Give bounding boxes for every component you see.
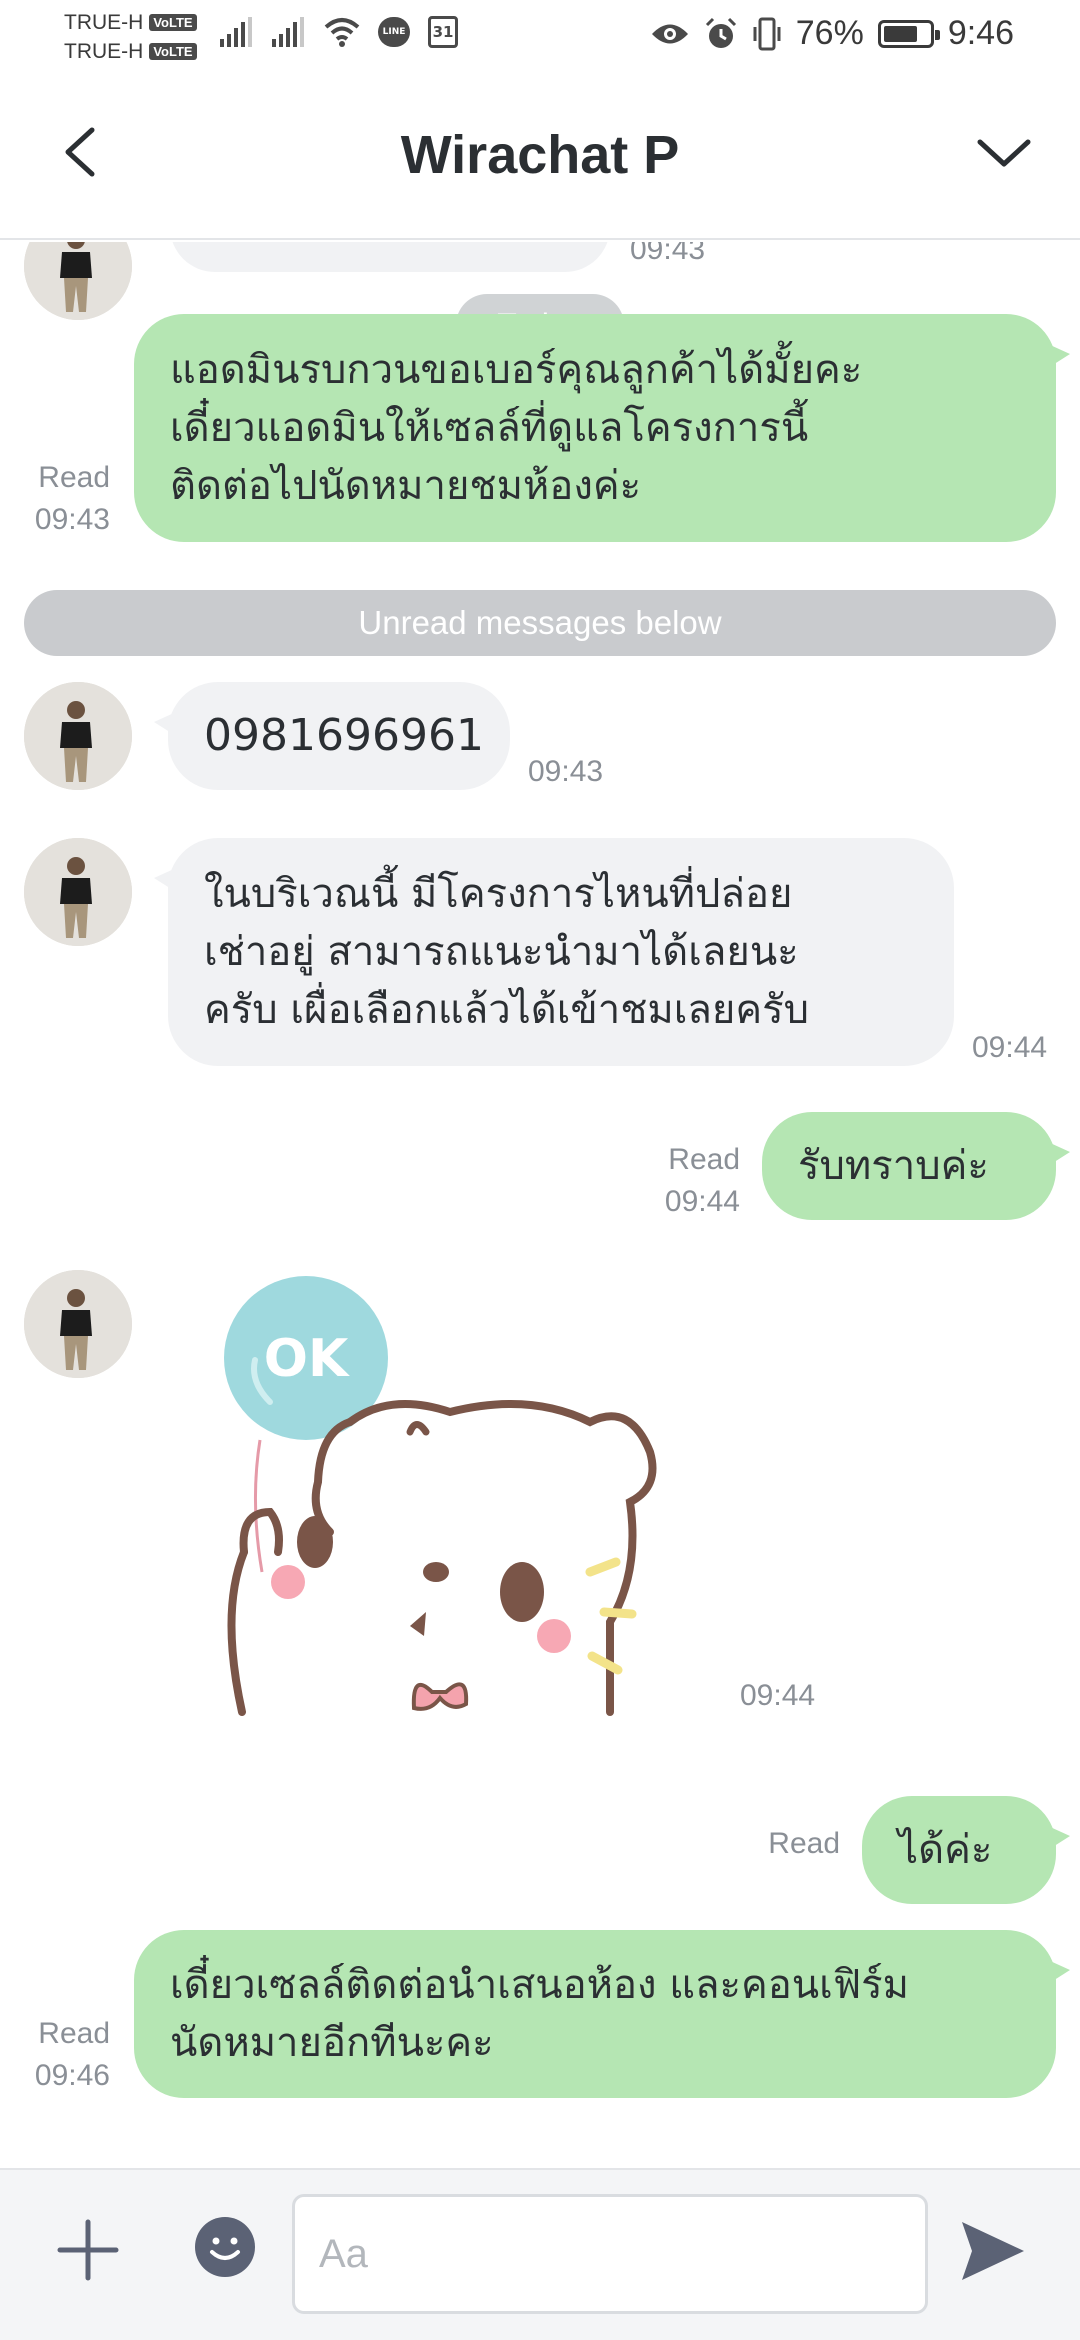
unread-divider: Unread messages below	[24, 590, 1056, 656]
message-text: เดี๋ยวเซลล์ติดต่อนำเสนอห้อง และคอนเฟิร์ม…	[170, 1962, 909, 2066]
battery-percent: 76%	[795, 14, 864, 52]
eye-icon	[651, 24, 688, 43]
message-time: 09:43	[34, 503, 110, 536]
carrier-name: TRUE-H	[64, 11, 144, 34]
message-bubble-incoming[interactable]: 0981696961	[154, 682, 510, 790]
read-status: Read	[38, 461, 110, 494]
message-time: 09:44	[972, 1031, 1048, 1064]
message-text: รับทราบค่ะ	[798, 1143, 989, 1189]
message-text: 0981696961	[204, 710, 484, 761]
avatar[interactable]	[24, 682, 132, 790]
message-input[interactable]	[292, 2194, 928, 2314]
calendar-icon: 31	[428, 16, 458, 48]
status-bar: TRUE-H VoLTE TRUE-H VoLTE LINE 31 76% 9:…	[0, 0, 1080, 74]
signal-icon	[272, 17, 304, 47]
plus-icon[interactable]	[52, 2214, 124, 2286]
message-text: ได้ค่ะ	[898, 1827, 993, 1873]
send-icon[interactable]	[958, 2218, 1028, 2284]
emoji-icon[interactable]	[194, 2216, 256, 2278]
message-time: 09:44	[740, 1679, 816, 1712]
volte-badge: VoLTE	[149, 43, 197, 60]
avatar[interactable]	[24, 838, 132, 946]
signal-icon	[220, 17, 252, 47]
message-time: 09:46	[34, 2059, 110, 2092]
avatar[interactable]	[24, 1270, 132, 1378]
read-status: Read	[768, 1827, 840, 1860]
message-composer	[0, 2168, 1080, 2340]
chat-header: Wirachat P	[0, 74, 1080, 240]
message-bubble-outgoing[interactable]: รับทราบค่ะ	[762, 1112, 1070, 1220]
sticker-text: OK	[264, 1329, 350, 1389]
message-bubble-incoming[interactable]: ในบริเวณนี้ มีโครงการไหนที่ปล่อย เช่าอยู…	[154, 838, 954, 1066]
message-bubble-outgoing[interactable]: เดี๋ยวเซลล์ติดต่อนำเสนอห้อง และคอนเฟิร์ม…	[134, 1930, 1070, 2098]
vibrate-icon	[753, 17, 781, 50]
message-time: 09:43	[528, 755, 604, 788]
message-time: 09:44	[664, 1185, 740, 1218]
bear-sticker[interactable]: OK	[200, 1272, 720, 1742]
carrier-name: TRUE-H	[64, 40, 144, 63]
chevron-down-icon[interactable]	[972, 126, 1036, 180]
battery-level	[883, 25, 918, 42]
message-bubble-incoming[interactable]	[170, 242, 610, 272]
volte-badge: VoLTE	[149, 14, 197, 31]
message-time: 09:43	[630, 242, 706, 266]
message-bubble-outgoing[interactable]: ได้ค่ะ	[862, 1796, 1070, 1904]
message-bubble-outgoing[interactable]: แอดมินรบกวนขอเบอร์คุณลูกค้าได้มั้ยคะ เดี…	[134, 314, 1070, 542]
message-text: แอดมินรบกวนขอเบอร์คุณลูกค้าได้มั้ยคะ เดี…	[170, 347, 863, 509]
battery-icon	[877, 19, 940, 48]
read-status: Read	[38, 2017, 110, 2050]
read-status: Read	[668, 1143, 740, 1176]
status-time: 9:46	[947, 14, 1014, 52]
wifi-icon	[324, 18, 360, 47]
alarm-icon	[705, 17, 736, 48]
message-text: ในบริเวณนี้ มีโครงการไหนที่ปล่อย เช่าอยู…	[204, 871, 809, 1033]
chat-title[interactable]: Wirachat P	[0, 124, 1080, 186]
line-icon: LINE	[378, 17, 410, 47]
carrier-info: TRUE-H VoLTE TRUE-H VoLTE	[64, 8, 197, 66]
chat-screen: TRUE-H VoLTE TRUE-H VoLTE LINE 31 76% 9:…	[0, 0, 1080, 2340]
avatar[interactable]	[24, 242, 132, 320]
message-list[interactable]: 09:43 Today Read 09:43 แอดมินรบกวนขอเบอร…	[0, 242, 1080, 2168]
